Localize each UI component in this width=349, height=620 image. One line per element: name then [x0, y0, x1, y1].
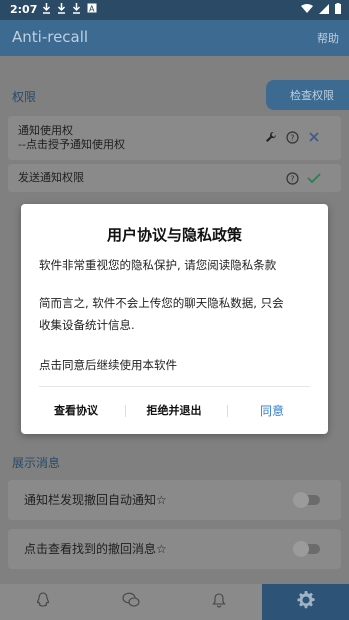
app-title: Anti-recall — [12, 28, 89, 46]
permission-row-notification-access[interactable]: 通知使用权 --点击授予通知使用权 ? — [8, 116, 341, 160]
display-row-auto-notify[interactable]: 通知栏发现撤回自动通知☆ — [8, 480, 341, 520]
check-icon — [307, 171, 321, 185]
close-icon[interactable] — [307, 130, 321, 144]
display-section-title: 展示消息 — [12, 456, 61, 470]
wifi-icon — [301, 3, 313, 17]
permission-row-label: 发送通知权限 — [18, 171, 84, 184]
status-time: 2:07 — [10, 3, 38, 16]
status-right-icons — [301, 3, 341, 17]
permission-row-label: 通知使用权 — [18, 124, 73, 137]
agree-button[interactable]: 同意 — [235, 396, 309, 424]
dialog-title: 用户协议与隐私政策 — [106, 226, 242, 244]
battery-icon — [335, 3, 341, 17]
qq-icon — [36, 592, 50, 612]
check-permissions-button[interactable]: 检查权限 — [266, 80, 349, 110]
notification-icons: A — [42, 2, 97, 14]
nav-qq[interactable] — [28, 584, 58, 620]
bell-icon — [212, 592, 226, 612]
dialog-divider — [39, 386, 310, 387]
auto-notify-toggle[interactable] — [293, 492, 320, 508]
download-icon — [42, 2, 51, 14]
download-icon — [72, 2, 81, 14]
view-found-toggle[interactable] — [293, 541, 320, 557]
app-a-icon: A — [87, 2, 97, 14]
download-icon — [57, 2, 66, 14]
nav-notifications[interactable] — [204, 584, 234, 620]
svg-text:A: A — [89, 5, 95, 14]
display-row-view-found[interactable]: 点击查看找到的撤回消息☆ — [8, 529, 341, 569]
signal-icon — [319, 3, 329, 17]
help-circle-icon[interactable]: ? — [285, 130, 299, 144]
nav-settings[interactable] — [262, 584, 349, 620]
dialog-paragraph: 收集设备统计信息. — [39, 318, 135, 332]
view-agreement-button[interactable]: 查看协议 — [39, 396, 113, 424]
display-row-label: 点击查看找到的撤回消息☆ — [24, 542, 167, 556]
permission-row-sublabel: --点击授予通知使用权 — [18, 138, 125, 151]
bottom-navigation — [0, 584, 349, 620]
button-separator — [227, 405, 228, 417]
wrench-icon[interactable] — [264, 130, 278, 144]
permissions-section-title: 权限 — [12, 90, 37, 104]
dialog-paragraph: 简而言之, 软件不会上传您的聊天隐私数据, 只会 — [39, 296, 284, 310]
dialog-paragraph: 点击同意后继续使用本软件 — [39, 358, 177, 372]
display-row-label: 通知栏发现撤回自动通知☆ — [24, 493, 167, 507]
app-bar: Anti-recall 帮助 — [0, 20, 349, 56]
gear-icon — [296, 590, 316, 614]
svg-text:?: ? — [290, 133, 294, 142]
permission-row-send-notification[interactable]: 发送通知权限 ? — [8, 164, 341, 192]
status-bar: 2:07 A — [0, 0, 349, 20]
nav-wechat[interactable] — [116, 584, 146, 620]
privacy-dialog: 用户协议与隐私政策 软件非常重视您的隐私保护, 请您阅读隐私条款 简而言之, 软… — [21, 204, 328, 434]
help-button[interactable]: 帮助 — [317, 30, 339, 46]
button-separator — [125, 405, 126, 417]
wechat-icon — [122, 592, 140, 612]
dialog-paragraph: 软件非常重视您的隐私保护, 请您阅读隐私条款 — [39, 258, 277, 272]
decline-exit-button[interactable]: 拒绝并退出 — [133, 396, 215, 424]
svg-text:?: ? — [290, 174, 294, 183]
help-circle-icon[interactable]: ? — [285, 171, 299, 185]
